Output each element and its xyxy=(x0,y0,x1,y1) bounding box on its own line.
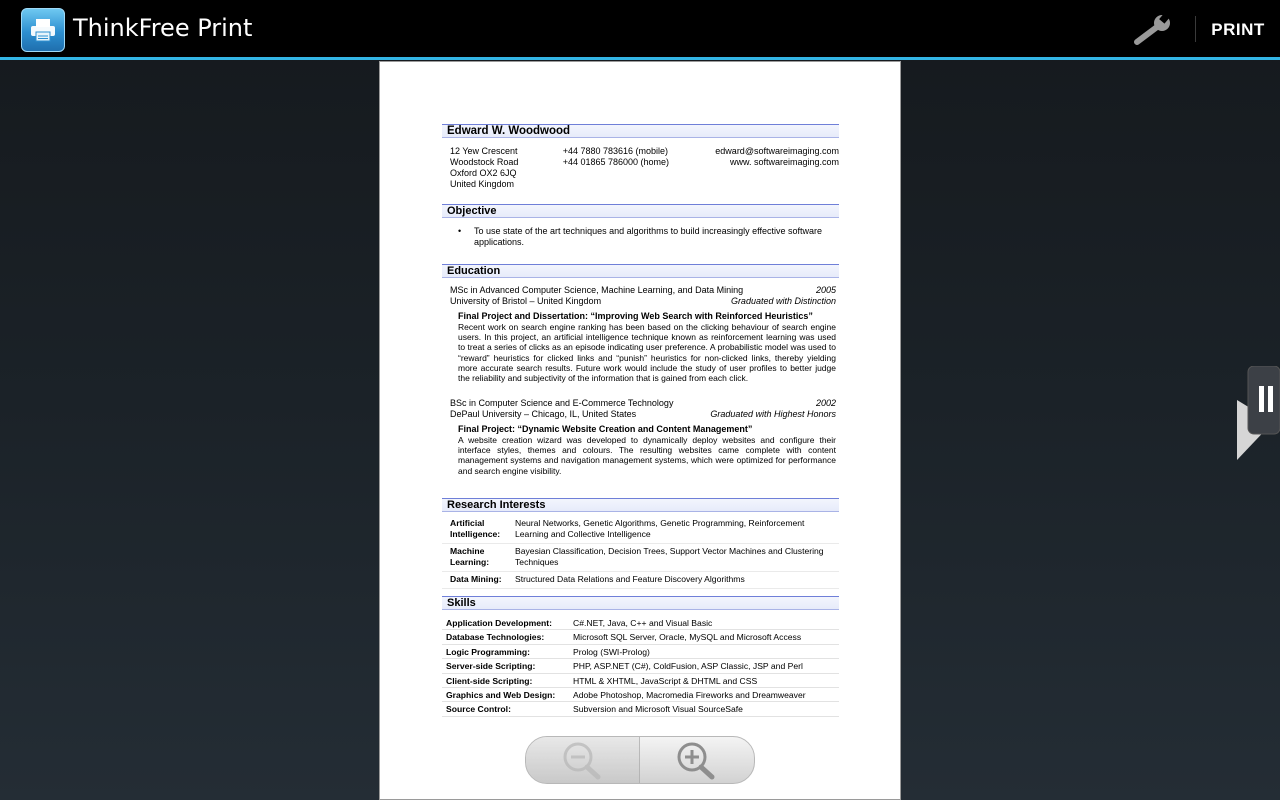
skill-key: Client-side Scripting: xyxy=(446,675,533,686)
address-line: Oxford OX2 6JQ xyxy=(450,168,517,178)
address-line: United Kingdom xyxy=(450,179,515,189)
zoom-controls xyxy=(525,736,755,784)
skill-key: Source Control: xyxy=(446,704,511,715)
section-skills: Skills xyxy=(442,596,839,610)
skill-value: Subversion and Microsoft Visual SourceSa… xyxy=(573,704,743,715)
website: www. softwareimaging.com xyxy=(729,157,839,167)
contact-block: 12 Yew Crescent Woodstock Road Oxford OX… xyxy=(442,138,839,204)
print-button[interactable]: PRINT xyxy=(1200,10,1276,50)
skill-row: Database Technologies: Microsoft SQL Serv… xyxy=(442,630,839,645)
research-value: Neural Networks, Genetic Algorithms, Gen… xyxy=(515,518,805,539)
education-entry: BSc in Computer Science and E-Commerce T… xyxy=(442,398,839,498)
skill-value: HTML & XHTML, JavaScript & DHTML and CSS xyxy=(573,675,758,686)
pause-icon xyxy=(1237,365,1280,460)
education-entry: MSc in Advanced Computer Science, Machin… xyxy=(442,278,839,398)
app-title: ThinkFree Print xyxy=(73,14,253,42)
skill-value: C#.NET, Java, C++ and Visual Basic xyxy=(573,618,713,628)
skill-value: Adobe Photoshop, Macromedia Fireworks an… xyxy=(573,689,806,700)
email: edward@softwareimaging.com xyxy=(715,146,839,156)
research-row: Data Mining: Structured Data Relations a… xyxy=(442,574,839,589)
skill-row: Graphics and Web Design: Adobe Photoshop,… xyxy=(442,688,839,703)
bullet: • xyxy=(458,226,462,236)
year: 2005 xyxy=(815,285,836,295)
skill-row: Server-side Scripting: PHP, ASP.NET (C#),… xyxy=(442,659,839,674)
document-page[interactable]: Edward W. Woodwood 12 Yew Crescent Woods… xyxy=(379,61,901,800)
phone-home: +44 01865 786000 (home) xyxy=(562,157,670,167)
project-title: Final Project and Dissertation: “Improvi… xyxy=(458,311,813,321)
address-line: 12 Yew Crescent xyxy=(450,146,518,156)
school: DePaul University – Chicago, IL, United … xyxy=(450,409,637,419)
section-research-interests: Research Interests xyxy=(442,498,839,512)
research-list: Artificial Intelligence: Neural Networks… xyxy=(442,512,839,596)
research-row: Artificial Intelligence: Neural Networks… xyxy=(442,518,839,544)
skill-key: Server-side Scripting: xyxy=(446,661,536,672)
degree: MSc in Advanced Computer Science, Machin… xyxy=(450,285,744,295)
settings-button[interactable] xyxy=(1128,10,1178,50)
honors: Graduated with Distinction xyxy=(730,296,836,306)
zoom-in-button[interactable] xyxy=(640,737,754,783)
resume: Edward W. Woodwood 12 Yew Crescent Woods… xyxy=(442,124,839,717)
honors: Graduated with Highest Honors xyxy=(710,409,836,419)
skill-value: Microsoft SQL Server, Oracle, MySQL and … xyxy=(573,632,802,643)
side-panel-handle[interactable] xyxy=(1237,365,1280,462)
degree: BSc in Computer Science and E-Commerce T… xyxy=(450,398,674,408)
skill-value: Prolog (SWI-Prolog) xyxy=(573,646,650,657)
skill-row: Application Development: C#.NET, Java, C+… xyxy=(442,616,839,631)
research-row: Machine Learning: Bayesian Classificatio… xyxy=(442,546,839,572)
zoom-in-icon xyxy=(677,742,715,780)
address: 12 Yew Crescent Woodstock Road Oxford OX… xyxy=(450,146,563,204)
project-body: A website creation wizard was developed … xyxy=(458,435,836,476)
skill-key: Logic Programming: xyxy=(446,646,531,657)
printer-icon[interactable] xyxy=(21,8,65,52)
research-key: Data Mining: xyxy=(450,574,502,584)
skill-row: Source Control: Subversion and Microsoft … xyxy=(442,702,839,717)
action-bar-divider xyxy=(1195,16,1196,42)
skills-list: Application Development: C#.NET, Java, C+… xyxy=(442,610,839,717)
phones: +44 7880 783616 (mobile) +44 01865 78600… xyxy=(563,146,685,204)
action-bar: ThinkFree Print PRINT xyxy=(0,0,1280,58)
section-education: Education xyxy=(442,264,839,278)
wrench-icon xyxy=(1134,13,1170,45)
web-contacts: edward@softwareimaging.com www. software… xyxy=(684,146,839,204)
zoom-out-icon xyxy=(563,742,600,780)
action-bar-accent-line xyxy=(0,57,1280,60)
address-line: Woodstock Road xyxy=(450,157,519,167)
research-value: Bayesian Classification, Decision Trees,… xyxy=(515,546,824,567)
skill-row: Client-side Scripting: HTML & XHTML, Java… xyxy=(442,674,839,688)
project-title: Final Project: “Dynamic Website Creation… xyxy=(458,424,753,434)
skill-value: PHP, ASP.NET (C#), ColdFusion, ASP Class… xyxy=(573,661,803,672)
research-key: Machine Learning: xyxy=(450,546,490,567)
project-body: Recent work on search engine ranking has… xyxy=(458,322,836,384)
zoom-out-button[interactable] xyxy=(526,737,640,783)
section-objective: Objective xyxy=(442,204,839,218)
skill-key: Database Technologies: xyxy=(446,632,545,643)
year: 2002 xyxy=(815,398,836,408)
research-key: Artificial Intelligence: xyxy=(450,518,501,539)
school: University of Bristol – United Kingdom xyxy=(450,296,602,306)
skill-row: Logic Programming: Prolog (SWI-Prolog) xyxy=(442,645,839,660)
objective: • To use state of the art techniques and… xyxy=(442,218,839,264)
research-value: Structured Data Relations and Feature Di… xyxy=(515,574,745,584)
skill-key: Graphics and Web Design: xyxy=(446,689,556,700)
resume-name: Edward W. Woodwood xyxy=(442,124,839,138)
objective-text: To use state of the art techniques and a… xyxy=(474,226,823,247)
skill-key: Application Development: xyxy=(446,618,552,628)
phone-mobile: +44 7880 783616 (mobile) xyxy=(562,146,669,156)
